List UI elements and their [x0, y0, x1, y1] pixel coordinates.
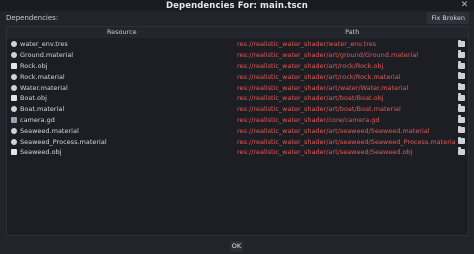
resource-path: res://realistic_water_shader/art/ground/…: [237, 51, 419, 60]
resource-cell: Rock.obj: [7, 62, 237, 70]
ok-button[interactable]: OK: [230, 241, 243, 252]
mesh-icon: [11, 149, 17, 156]
folder-icon[interactable]: [458, 104, 465, 112]
dependencies-dialog: Dependencies For: main.tscn ✕ Dependenci…: [0, 0, 474, 254]
resource-path: res://realistic_water_shader/art/boat/Bo…: [237, 105, 401, 114]
folder-icon[interactable]: [458, 125, 465, 134]
resource-name: camera.gd: [20, 115, 55, 124]
resource-path: res://realistic_water_shader/art/water/W…: [237, 83, 409, 92]
resource-path: res://realistic_water_shader/art/boat/Bo…: [237, 94, 384, 103]
resource-column-header[interactable]: Resource: [7, 27, 237, 38]
resource-cell: Boat.obj: [7, 94, 237, 102]
material-icon: [11, 73, 17, 80]
folder-icon[interactable]: [458, 82, 465, 91]
resource-cell: Ground.material: [7, 51, 237, 59]
material-icon: [11, 52, 17, 59]
table-row[interactable]: Boat.material res://realistic_water_shade…: [7, 104, 468, 115]
table-row[interactable]: camera.gd res://realistic_water_shader/co…: [7, 115, 468, 126]
resource-icon: [11, 41, 17, 48]
resource-cell: Water.material: [7, 84, 237, 92]
material-icon: [11, 127, 17, 134]
resource-name: Water.material: [20, 83, 68, 92]
table-row[interactable]: Seaweed_Process.material res://realistic_…: [7, 136, 468, 147]
folder-icon[interactable]: [458, 136, 465, 145]
resource-name: water_env.tres: [20, 40, 68, 49]
table-row[interactable]: Water.material res://realistic_water_shad…: [7, 82, 468, 93]
folder-icon[interactable]: [458, 39, 465, 47]
resource-path: res://realistic_water_shader/art/seaweed…: [237, 126, 430, 135]
resource-cell: Seaweed.obj: [7, 148, 237, 156]
folder-icon[interactable]: [458, 93, 465, 101]
resource-name: Boat.material: [20, 105, 65, 114]
resource-cell: Seaweed_Process.material: [7, 138, 237, 146]
table-row[interactable]: Rock.obj res://realistic_water_shader/art…: [7, 61, 468, 72]
material-icon: [11, 138, 17, 145]
table-row[interactable]: Seaweed.obj res://realistic_water_shader/…: [7, 147, 468, 158]
folder-icon[interactable]: [458, 71, 465, 80]
resource-name: Rock.obj: [20, 61, 48, 70]
resource-cell: water_env.tres: [7, 40, 237, 48]
mesh-icon: [11, 62, 17, 69]
table-row[interactable]: water_env.tres res://realistic_water_shad…: [7, 39, 468, 50]
folder-icon[interactable]: [458, 115, 465, 123]
resource-path: res://realistic_water_shader/art/rock/Ro…: [237, 72, 401, 81]
material-icon: [11, 106, 17, 113]
resource-name: Rock.material: [20, 72, 65, 81]
resource-name: Ground.material: [20, 51, 74, 60]
path-column-header[interactable]: Path: [237, 27, 469, 38]
fix-broken-button[interactable]: Fix Broken: [427, 12, 469, 24]
resource-cell: Seaweed.material: [7, 127, 237, 135]
dialog-title: Dependencies For: main.tscn: [166, 0, 308, 11]
material-icon: [11, 84, 17, 91]
table-rows: water_env.tres res://realistic_water_shad…: [7, 39, 468, 158]
table-row[interactable]: Ground.material res://realistic_water_sha…: [7, 50, 468, 61]
title-bar: Dependencies For: main.tscn ✕: [0, 0, 474, 11]
resource-cell: Boat.material: [7, 105, 237, 113]
resource-cell: Rock.material: [7, 73, 237, 81]
folder-icon[interactable]: [458, 147, 465, 155]
resource-path: res://realistic_water_shader/art/seaweed…: [237, 137, 455, 146]
mesh-icon: [11, 95, 17, 102]
resource-cell: camera.gd: [7, 116, 237, 124]
table-row[interactable]: Rock.material res://realistic_water_shade…: [7, 71, 468, 82]
resource-path: res://realistic_water_shader/core/camera…: [237, 115, 380, 124]
resource-path: res://realistic_water_shader/water_env.t…: [237, 40, 377, 49]
table-header: Resource Path: [7, 27, 468, 38]
resource-name: Seaweed.obj: [20, 148, 62, 157]
resource-name: Boat.obj: [20, 94, 47, 103]
table-row[interactable]: Boat.obj res://realistic_water_shader/art…: [7, 93, 468, 104]
resource-name: Seaweed.material: [20, 126, 79, 135]
resource-name: Seaweed_Process.material: [20, 137, 107, 146]
script-icon: [11, 116, 17, 123]
dependencies-label: Dependencies:: [6, 14, 59, 22]
folder-icon[interactable]: [458, 61, 465, 69]
close-icon[interactable]: ✕: [460, 1, 469, 10]
folder-icon[interactable]: [458, 50, 465, 58]
table-row[interactable]: Seaweed.material res://realistic_water_sh…: [7, 125, 468, 136]
resource-path: res://realistic_water_shader/art/seaweed…: [237, 148, 413, 157]
resource-path: res://realistic_water_shader/art/rock/Ro…: [237, 61, 384, 70]
dependencies-table: Resource Path water_env.tres res://realis…: [6, 26, 469, 236]
